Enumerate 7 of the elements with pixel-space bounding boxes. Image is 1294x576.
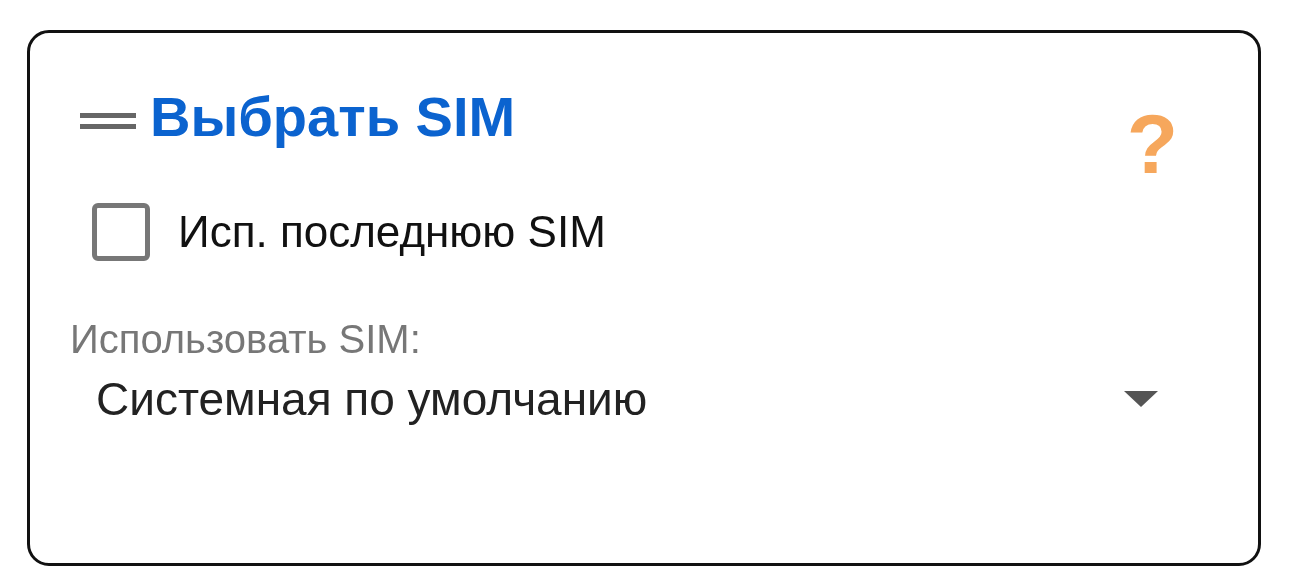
drag-handle-icon[interactable] [80,111,136,131]
checkbox-label: Исп. последнюю SIM [178,206,606,258]
select-label: Использовать SIM: [70,316,421,363]
sim-dropdown[interactable]: Системная по умолчанию [96,367,1158,431]
card-title: Выбрать SIM [150,85,516,149]
dropdown-caret-icon [1124,391,1158,407]
checkbox[interactable] [92,203,150,261]
